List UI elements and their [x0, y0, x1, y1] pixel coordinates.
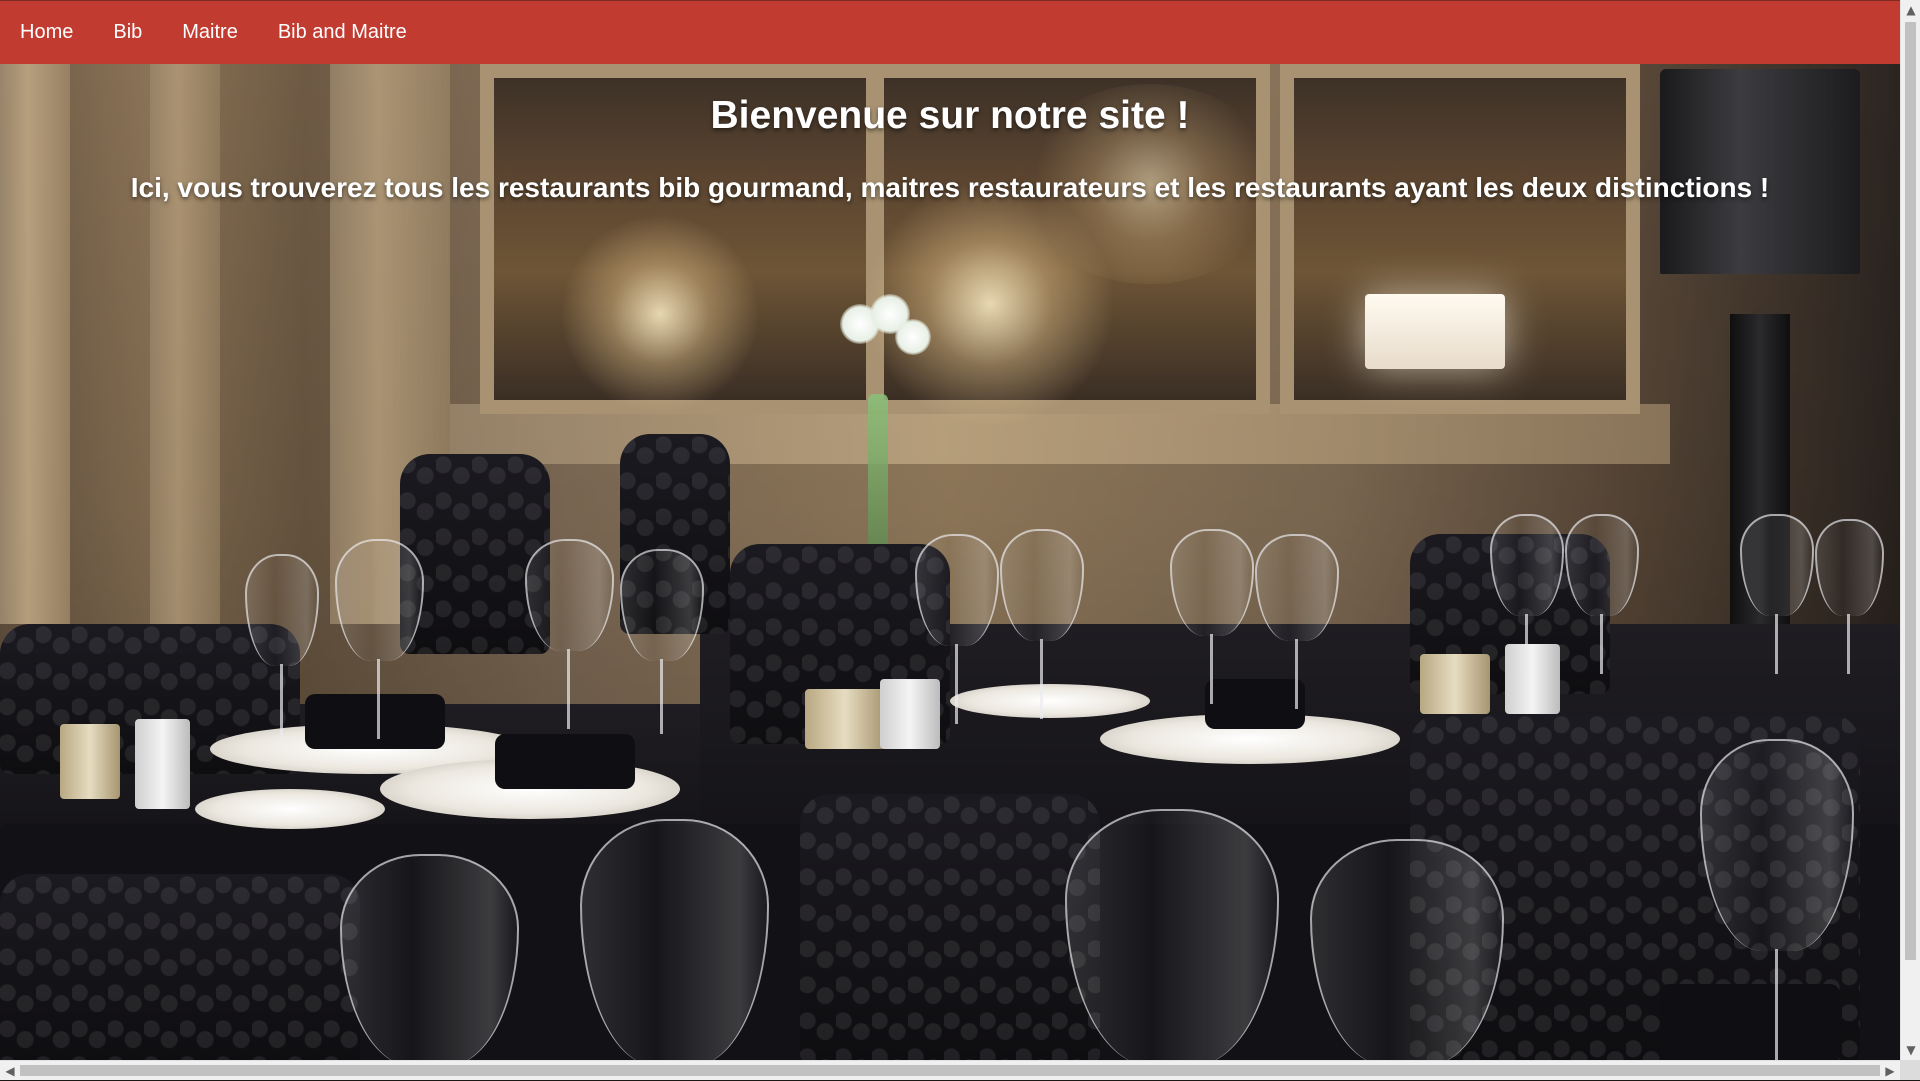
nav-link-maitre[interactable]: Maitre [182, 1, 238, 64]
wine-glass [1255, 534, 1339, 641]
wine-glass [340, 854, 519, 1060]
glass-stem [1040, 639, 1043, 719]
horizontal-scrollbar[interactable]: ◀ ▶ [0, 1060, 1900, 1080]
scrollbar-corner [1900, 1060, 1920, 1080]
glass-stem [1600, 614, 1603, 674]
chevron-down-icon[interactable]: ▼ [1901, 1040, 1920, 1060]
flower-vase [868, 394, 888, 554]
hero-subtitle: Ici, vous trouverez tous les restaurants… [130, 172, 1770, 203]
glass-stem [1775, 614, 1778, 674]
light-reflection [560, 214, 760, 414]
wine-glass [1065, 809, 1279, 1060]
wine-glass [915, 534, 999, 646]
plate [950, 684, 1150, 718]
dining-chair [800, 794, 1100, 1060]
dining-chair [400, 454, 550, 654]
napkin [495, 734, 635, 789]
napkin [305, 694, 445, 749]
wine-glass [1000, 529, 1084, 641]
hero-title: Bienvenue sur notre site ! [710, 94, 1190, 137]
candle-holder [135, 719, 190, 809]
candle-holder [880, 679, 940, 749]
candle-holder [1420, 654, 1490, 714]
glass-stem [1295, 639, 1298, 709]
wine-glass [1700, 739, 1854, 951]
wine-glass [580, 819, 769, 1060]
glass-stem [1775, 949, 1778, 1060]
dining-chair [0, 874, 360, 1060]
candle-holder [60, 724, 120, 799]
chevron-right-icon[interactable]: ▶ [1880, 1061, 1900, 1081]
wine-glass [1310, 839, 1504, 1060]
glass-stem [1525, 614, 1528, 674]
wine-glass [1170, 529, 1254, 636]
wine-glass [1815, 519, 1884, 616]
wine-glass [620, 549, 704, 661]
flower [895, 319, 931, 355]
nav-link-bib[interactable]: Bib [113, 1, 142, 64]
wine-glass [1565, 514, 1639, 616]
table-lamp [1365, 294, 1505, 369]
chevron-left-icon[interactable]: ◀ [0, 1061, 20, 1081]
glass-stem [1210, 634, 1213, 704]
glass-stem [567, 649, 570, 729]
wine-glass [525, 539, 614, 651]
glass-stem [1847, 614, 1850, 674]
candle-holder [1505, 644, 1560, 714]
candle-holder [805, 689, 885, 749]
hero-background-image [0, 64, 1900, 1060]
wine-glass [1490, 514, 1564, 616]
chevron-up-icon[interactable]: ▲ [1901, 0, 1920, 20]
hero-text-block: Bienvenue sur notre site ! Ici, vous tro… [0, 64, 1900, 204]
plate [195, 789, 385, 829]
top-navigation-bar: Home Bib Maitre Bib and Maitre [0, 1, 1900, 64]
wine-glass [245, 554, 319, 666]
vertical-scrollbar[interactable]: ▲ ▼ [1900, 0, 1920, 1060]
glass-stem [660, 659, 663, 734]
browser-viewport: Home Bib Maitre Bib and Maitre Bienvenue… [0, 0, 1900, 1060]
vertical-scrollbar-thumb[interactable] [1905, 22, 1916, 960]
wine-glass [1740, 514, 1814, 616]
nav-link-home[interactable]: Home [20, 1, 73, 64]
horizontal-scrollbar-thumb[interactable] [20, 1065, 1880, 1076]
glass-stem [280, 664, 283, 739]
glass-stem [377, 659, 380, 739]
nav-link-bib-and-maitre[interactable]: Bib and Maitre [278, 1, 407, 64]
napkin [1660, 984, 1840, 1060]
napkin [1205, 679, 1305, 729]
glass-stem [955, 644, 958, 724]
wine-glass [335, 539, 424, 661]
